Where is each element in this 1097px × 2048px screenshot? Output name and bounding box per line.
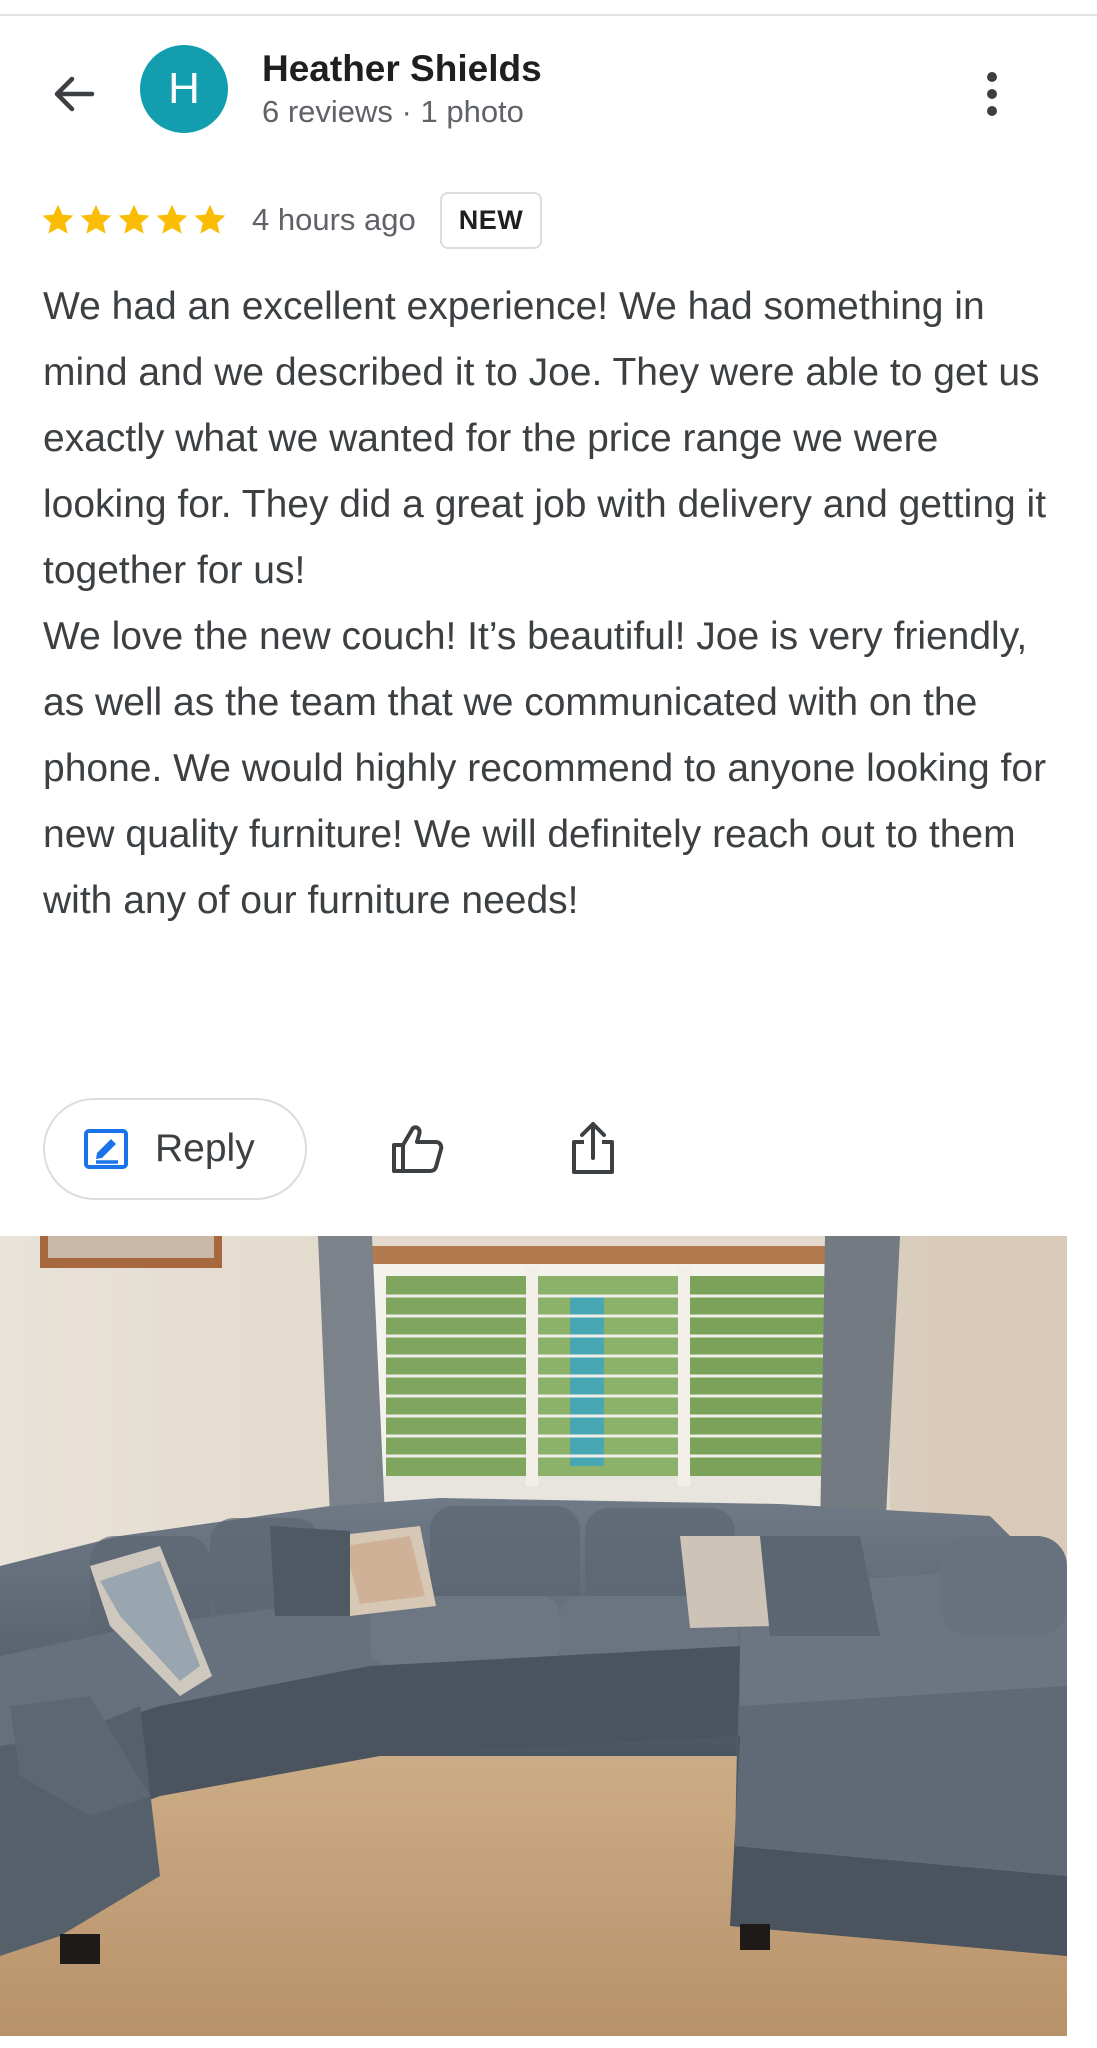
star-icon: [118, 204, 150, 234]
rating-row: 4 hours ago NEW: [40, 190, 543, 250]
review-photo[interactable]: [0, 1236, 1067, 2036]
reviewer-meta: 6 reviews · 1 photo: [262, 94, 524, 129]
share-icon: [572, 1122, 614, 1174]
new-badge: NEW: [439, 191, 543, 249]
back-button[interactable]: [44, 64, 104, 124]
reviewer-name[interactable]: Heather Shields: [262, 48, 542, 90]
share-button[interactable]: [564, 1118, 622, 1178]
more-options-button[interactable]: [972, 64, 1012, 124]
reply-label: Reply: [155, 1127, 255, 1170]
review-paragraph: We love the new couch! It’s beautiful! J…: [43, 615, 1047, 922]
review-text: We had an excellent experience! We had s…: [43, 274, 1063, 934]
star-icon: [80, 204, 112, 234]
arrow-back-icon: [54, 76, 95, 112]
more-vert-icon-dot: [987, 72, 997, 82]
top-divider: [0, 14, 1097, 16]
reviewer-avatar[interactable]: H: [140, 45, 228, 133]
edit-reply-icon: [84, 1129, 128, 1169]
thumb-up-icon: [392, 1125, 444, 1173]
star-rating: [40, 202, 228, 238]
sectional-couch-photo: [0, 1236, 1067, 2036]
review-time: 4 hours ago: [252, 202, 416, 237]
review-paragraph: We had an excellent experience! We had s…: [43, 285, 1047, 592]
more-vert-icon-dot: [987, 106, 997, 116]
like-button[interactable]: [388, 1120, 446, 1178]
review-header: H Heather Shields 6 reviews · 1 photo: [0, 40, 1097, 140]
star-icon: [194, 204, 226, 234]
reply-button[interactable]: Reply: [43, 1098, 307, 1200]
more-vert-icon-dot: [987, 89, 997, 99]
star-icon: [42, 204, 74, 234]
star-icon: [156, 204, 188, 234]
